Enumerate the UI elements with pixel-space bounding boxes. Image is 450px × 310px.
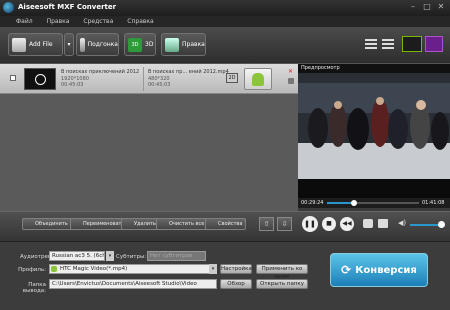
nvidia-icon [402,36,422,52]
stop-icon[interactable]: ■ [322,217,336,231]
rewind-icon[interactable]: ◀◀ [340,217,354,231]
move-up-icon[interactable]: ⇧ [259,217,274,231]
toolbar: Add File ▾ Подгонка 3D 3D Правка [0,27,450,64]
maximize-icon[interactable]: □ [422,2,432,12]
settings-button[interactable]: Настройка [220,264,252,274]
preview-header: Предпросмотр [298,64,450,73]
output-folder-label: Папка вывода: [22,282,46,294]
android-icon [252,73,264,86]
snapshot-folder-icon[interactable] [378,219,388,228]
menu-edit[interactable]: Правка [47,16,70,27]
add-file-button[interactable]: Add File [8,33,63,56]
output-path-field[interactable]: C:\Users\Envictus\Documents\Aiseesoft St… [49,279,217,289]
merge-button[interactable]: Объединить [22,218,72,230]
3d-icon: 3D [128,37,142,52]
volume-handle[interactable] [438,221,445,228]
apply-to-all-button[interactable]: Применить ко всем [256,264,308,280]
audio-dropdown-icon[interactable]: ▾ [106,251,114,261]
clear-all-button[interactable]: Очистить все [156,218,209,230]
video-frame [298,73,450,179]
2d-badge[interactable]: 2D [226,73,238,83]
menu-tools[interactable]: Средства [83,16,113,27]
profile-select[interactable]: HTC Magic Video(*.mp4) [49,264,217,274]
video-preview [298,73,450,179]
output-title: В поисках пр... ений 2012.mp4 [148,69,229,75]
file-thumbnail [24,68,56,90]
properties-button[interactable]: Свойства [205,218,247,230]
title-bar: Aiseesoft MXF Converter – □ ✕ [0,0,450,16]
open-folder-button[interactable]: Открыть папку [256,279,308,289]
remove-file-icon[interactable]: ✕ [288,68,293,75]
app-window: Aiseesoft MXF Converter – □ ✕ Файл Правк… [0,0,450,310]
3d-button[interactable]: 3D 3D [124,33,156,56]
subtitles-label: Субтитры: [116,254,147,260]
convert-button[interactable]: ⟳ Конверсия [330,253,428,287]
profile-label: Профиль: [18,267,46,273]
app-logo-icon [3,2,14,13]
seek-handle[interactable] [350,200,357,206]
control-bar: Объединить Переименовать Удалить Очистит… [0,211,450,241]
detail-view-icon[interactable] [382,39,394,51]
edit-button[interactable]: Правка [161,33,206,56]
audio-track-label: Аудиотрек: [20,254,54,260]
add-file-icon [12,37,26,52]
clip-button[interactable]: Подгонка [76,33,119,56]
playback-timeline: 00:29:24 01:41:08 [298,198,450,208]
convert-icon: ⟳ [341,263,352,277]
source-title: В поисках приключений 2012 [61,69,140,75]
video-letterbox [298,179,450,198]
browse-button[interactable]: Обзор [220,279,252,289]
close-icon[interactable]: ✕ [436,2,446,12]
amd-icon [425,36,443,52]
volume-icon[interactable]: ◀) [398,219,406,227]
edit-label: Правка [182,41,205,48]
window-title: Aiseesoft MXF Converter [18,3,117,11]
device-profile-button[interactable] [244,68,272,90]
file-info-icon[interactable] [288,78,294,84]
snapshot-camera-icon[interactable] [363,219,373,228]
magic-wand-icon [165,37,179,52]
total-time: 01:41:08 [422,200,445,206]
delete-button[interactable]: Удалить [121,218,160,230]
subtitles-select[interactable]: Нет субтитров [147,251,206,261]
menu-file[interactable]: Файл [16,16,33,27]
menu-bar: Файл Правка Средства Справка [0,16,450,27]
list-view-icon[interactable] [365,39,377,51]
divider [143,67,144,91]
add-file-dropdown[interactable]: ▾ [64,33,74,56]
android-small-icon [51,266,57,272]
source-duration: 00:45:03 [61,82,84,88]
seek-progress [327,202,354,204]
minimize-icon[interactable]: – [408,2,418,12]
pause-icon[interactable]: ❚❚ [302,216,318,232]
current-time: 00:29:24 [301,200,324,206]
file-row[interactable]: В поисках приключений 2012 1920*1080 00:… [0,64,298,94]
scissors-icon [80,37,85,52]
audio-track-select[interactable]: Russian ac3 5. (6ch) 8 [49,251,105,261]
play-icon [35,74,46,85]
file-checkbox[interactable] [10,75,16,81]
chevron-down-icon: ▾ [67,41,71,48]
convert-label: Конверсия [355,264,417,276]
move-down-icon[interactable]: ⇩ [277,217,292,231]
3d-label: 3D [145,41,154,48]
rename-button[interactable]: Переименовать [70,218,129,230]
clip-label: Подгонка [87,41,118,48]
add-file-label: Add File [29,41,53,48]
profile-dropdown-icon[interactable]: ▾ [209,264,217,274]
menu-help[interactable]: Справка [127,16,153,27]
output-duration: 00:45:03 [148,82,171,88]
